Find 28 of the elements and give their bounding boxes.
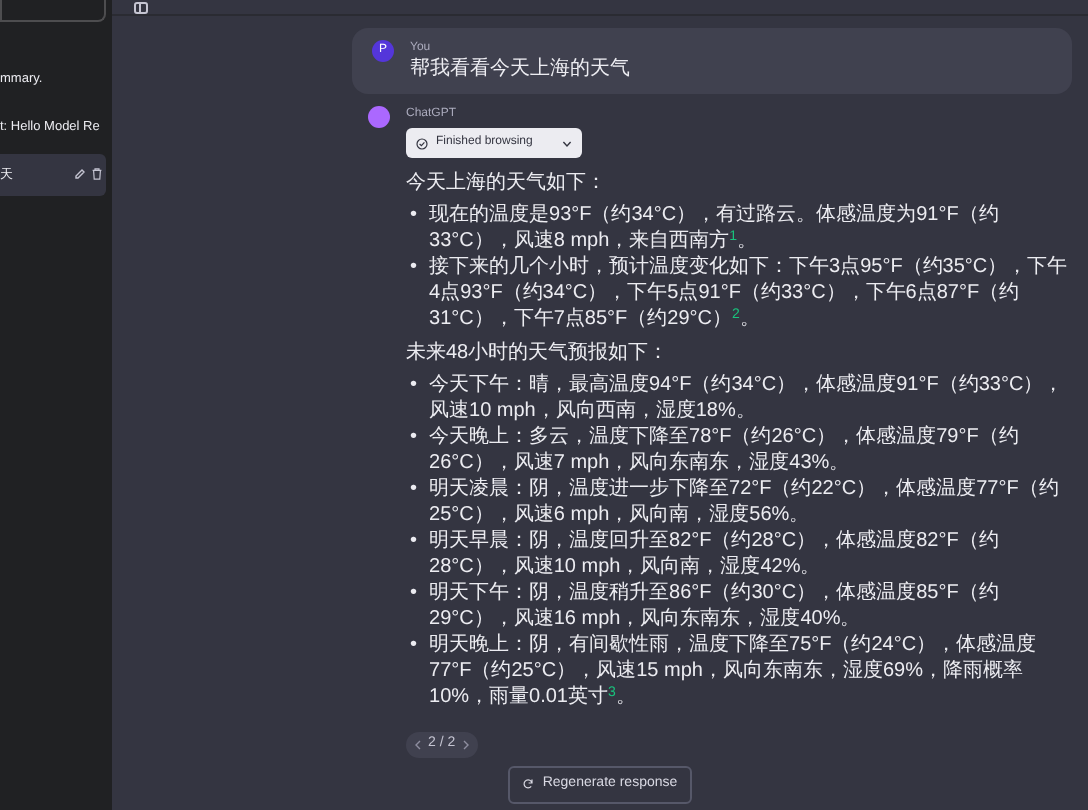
previous-icon[interactable] [414,740,422,750]
message-paragraph: 未来48小时的天气预报如下： [406,340,671,366]
bullet: • [410,372,418,400]
list-item: 明天早晨：阴，温度回升至82°F（约28°C），体感温度82°F（约28°C），风速10 mph，风向南，湿度42%。 [429,528,1001,580]
list-item: 今天晚上：多云，温度下降至78°F（约26°C），体感温度79°F（约26°C），风速7 mph，风向东南东，湿度43%。 [429,424,1021,476]
list-item: 现在的温度是93°F（约34°C），有过路云。体感温度为91°F（约33°C），风速8 mph，来自西南方$^{1}$。 [429,202,1001,254]
refresh-icon [522,778,535,791]
next-icon[interactable] [461,740,470,750]
bullet: • [410,202,418,230]
message-text: 帮我看看今天上海的天气 [410,58,630,82]
list-item: 明天凌晨：阴，温度进一步下降至72°F（约22°C），体感温度77°F（约25°C），风速6 mph，风向南，湿度56%。 [429,476,1061,528]
bullet: • [410,632,418,660]
list-item: 接下来的几个小时，预计温度变化如下：下午3点95°F（约35°C），下午4点93°F（约34°C），下午5点91°F（约33°C），下午6点87°F（约31°C），下午7点85°F（约29°C）$^{2}$。 [429,254,1070,332]
check-circle-icon [416,137,428,149]
bullet: • [410,424,418,452]
assistant-avatar [368,106,390,128]
list-item: 今天下午：晴，最高温度94°F（约34°C），体感温度91°F（约33°C），风速10 mph，风向西南，湿度18%。 [429,372,1066,424]
bullet: • [410,528,418,556]
bullet: • [410,580,418,608]
edit-icon[interactable] [74,168,86,181]
list-item: 明天下午：阴，温度稍升至86°F（约30°C），体感温度85°F（约29°C），风速16 mph，风向东南东，湿度40%。 [429,580,1001,632]
bullet: • [410,476,418,504]
chevron-down-icon [562,139,572,147]
trash-icon[interactable] [92,168,102,181]
list-item: 明天晚上：阴，有间歇性雨，温度下降至75°F（约24°C），体感温度77°F（约25°C），风速15 mph，风向东南东，湿度69%，降雨概率10%，雨量0.01英寸$^{3}$。 [429,632,1039,710]
message-paragraph: 今天上海的天气如下： [406,170,608,196]
sidebar-toggle-icon[interactable] [134,2,148,14]
bullet: • [410,254,418,282]
